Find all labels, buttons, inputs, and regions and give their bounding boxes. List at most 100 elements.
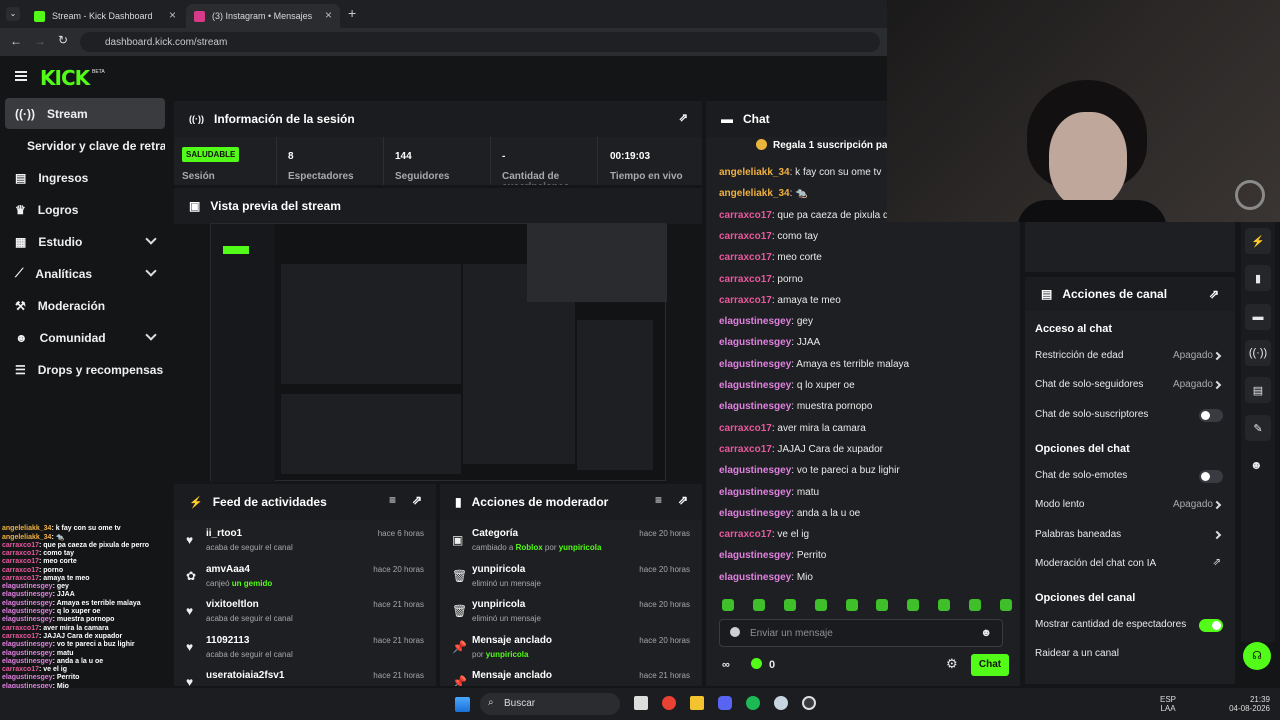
emote-icon[interactable] [938,599,951,611]
emote-icon[interactable] [876,599,889,611]
chat-message[interactable]: elagustinesgey: vo te pareci a buz lighi… [719,465,900,476]
feed-user[interactable]: vixitoeltlon [206,599,259,610]
chat-message[interactable]: elagustinesgey: matu [719,487,819,498]
emote-icon[interactable] [752,599,765,611]
chat-username[interactable]: carraxco17 [719,231,772,242]
feed-user[interactable]: useratoiaia2fsv1 [206,670,284,681]
windows-start-icon[interactable] [455,697,470,712]
toggle-switch[interactable] [1199,619,1223,633]
chat-message[interactable]: elagustinesgey: muestra pornopo [719,401,872,412]
chat-username[interactable]: elagustinesgey [719,359,791,370]
chat-username[interactable]: carraxco17 [719,295,772,306]
chat-send-button[interactable]: Chat [971,654,1009,676]
chat-username[interactable]: carraxco17 [719,529,772,540]
chat-username[interactable]: elagustinesgey [719,508,791,519]
sidebar-item-drops[interactable]: ☰ Drops y recompensas [5,354,165,385]
sidebar-item-ingresos[interactable]: ▤ Ingresos [5,162,165,193]
emote-icon[interactable] [783,599,796,611]
feed-item[interactable]: ♥ useratoiaia2fsv1 hace 21 horas [174,668,432,686]
chat-username[interactable]: elagustinesgey [719,550,791,561]
mod-action-item[interactable]: 📌 Mensaje anclado por yunpiricola hace 20 h… [440,633,698,669]
chat-message[interactable]: carraxco17: porno [719,274,803,285]
feed-user[interactable]: 11092113 [206,635,249,646]
tray-lang[interactable]: ESP LAA [1160,695,1176,713]
feed-user[interactable]: amvAaa4 [206,564,250,575]
reload-icon[interactable]: ↻ [58,33,68,47]
channel-option-row[interactable]: Palabras baneadas [1025,522,1235,548]
chat-username[interactable]: elagustinesgey [719,380,791,391]
support-icon[interactable]: ☊ [1243,642,1271,670]
task-view-icon[interactable] [634,696,648,710]
menu-icon[interactable] [15,71,27,81]
stream-preview-video[interactable] [210,223,667,482]
chat-username[interactable]: angeleliakk_34 [719,167,790,178]
chat-message[interactable]: elagustinesgey: JJAA [719,337,820,348]
chrome-icon[interactable] [662,696,676,710]
back-icon[interactable]: ← [10,34,22,48]
taskbar-search[interactable]: ⌕ Buscar [480,693,620,715]
emote-icon[interactable] [907,599,920,611]
channel-option-row[interactable]: Raidear a un canal [1025,641,1235,667]
toggle-switch[interactable] [1199,408,1223,422]
discord-icon[interactable] [718,696,732,710]
chat-message[interactable]: elagustinesgey: q lo xuper oe [719,380,855,391]
chat-username[interactable]: angeleliakk_34 [719,188,790,199]
spotify-icon[interactable] [746,696,760,710]
chat-username[interactable]: elagustinesgey [719,401,791,412]
feed-item[interactable]: ♥ vixitoeltlon acaba de seguir el canal hac… [174,597,432,633]
channel-option-row[interactable]: Chat de solo-suscriptores [1025,402,1235,428]
kick-logo[interactable]: KICK [40,66,90,90]
tab-list-button[interactable]: ⌄ [6,7,20,21]
url-field[interactable]: dashboard.kick.com/stream [80,32,880,52]
filter-icon[interactable]: ≡ [389,493,396,507]
wrench-icon[interactable]: ✎ [1245,415,1271,441]
popout-icon[interactable]: ⇗ [678,493,688,507]
mod-action-item[interactable]: 🗑 yunpiricola eliminó un mensaje hace 20 ho… [440,562,698,598]
chat-message[interactable]: elagustinesgey: Perrito [719,550,826,561]
popout-icon[interactable]: ⇗ [1209,287,1219,301]
close-tab-icon[interactable]: × [169,8,176,22]
chat-message[interactable]: elagustinesgey: Mio [719,572,813,583]
tray-clock[interactable]: 21:39 04-08-2026 [1222,695,1270,713]
emote-icon[interactable] [969,599,981,611]
sidebar-item-estudio[interactable]: ▦ Estudio [5,226,165,257]
chat-username[interactable]: elagustinesgey [719,337,791,348]
channel-option-row[interactable]: Mostrar cantidad de espectadores [1025,612,1235,638]
chat-username[interactable]: elagustinesgey [719,487,791,498]
new-tab-icon[interactable]: + [348,5,356,21]
chat-input[interactable]: Enviar un mensaje ☻ [719,619,1003,647]
sidebar-item-comunidad[interactable]: ☻ Comunidad [5,322,165,353]
sidebar-item-server-key[interactable]: Servidor y clave de retransmisión [5,130,165,161]
chat-username[interactable]: elagustinesgey [719,316,791,327]
document-icon[interactable]: ▮ [1245,265,1271,291]
close-tab-icon[interactable]: × [325,8,332,22]
sidebar-item-stream[interactable]: ((·)) Stream [5,98,165,129]
chat-username[interactable]: elagustinesgey [719,465,791,476]
steam-icon[interactable] [774,696,788,710]
chat-username[interactable]: carraxco17 [719,423,772,434]
chat-username[interactable]: carraxco17 [719,210,772,221]
chat-message[interactable]: carraxco17: meo corte [719,252,822,263]
feed-item[interactable]: ♥ 11092113 acaba de seguir el canal hace 21… [174,633,432,669]
channel-option-row[interactable]: Chat de solo-emotes [1025,463,1235,489]
chat-message[interactable]: carraxco17: ve el ig [719,529,809,540]
chat-bubble-icon[interactable]: ▬ [1245,304,1271,330]
forward-icon[interactable]: → [34,34,46,48]
emote-icon[interactable] [845,599,858,611]
channel-option-row[interactable]: Chat de solo-seguidores Apagado [1025,372,1235,398]
chat-settings-icon[interactable]: ⚙ [946,656,958,672]
popout-icon[interactable]: ⇗ [679,111,688,124]
feed-item[interactable]: ♥ ii_rtoo1 acaba de seguir el canal hace 6 … [174,526,432,562]
channel-option-row[interactable]: Moderación del chat con IA ⇗ [1025,551,1235,577]
emote-icon[interactable] [814,599,827,611]
chat-message[interactable]: carraxco17: como tay [719,231,818,242]
pinned-gift-banner[interactable]: Regala 1 suscripción para [756,139,897,151]
chat-username[interactable]: carraxco17 [719,274,772,285]
popout-icon[interactable]: ⇗ [412,493,422,507]
folder-icon[interactable] [690,696,704,710]
broadcast-icon[interactable]: ((·)) [1245,340,1271,366]
channel-points[interactable]: ∞ 0 [722,658,775,671]
chat-message[interactable]: angeleliakk_34: k fay con su ome tv [719,167,881,178]
lightning-icon[interactable]: ⚡ [1245,228,1271,254]
filter-icon[interactable]: ≡ [655,493,662,507]
